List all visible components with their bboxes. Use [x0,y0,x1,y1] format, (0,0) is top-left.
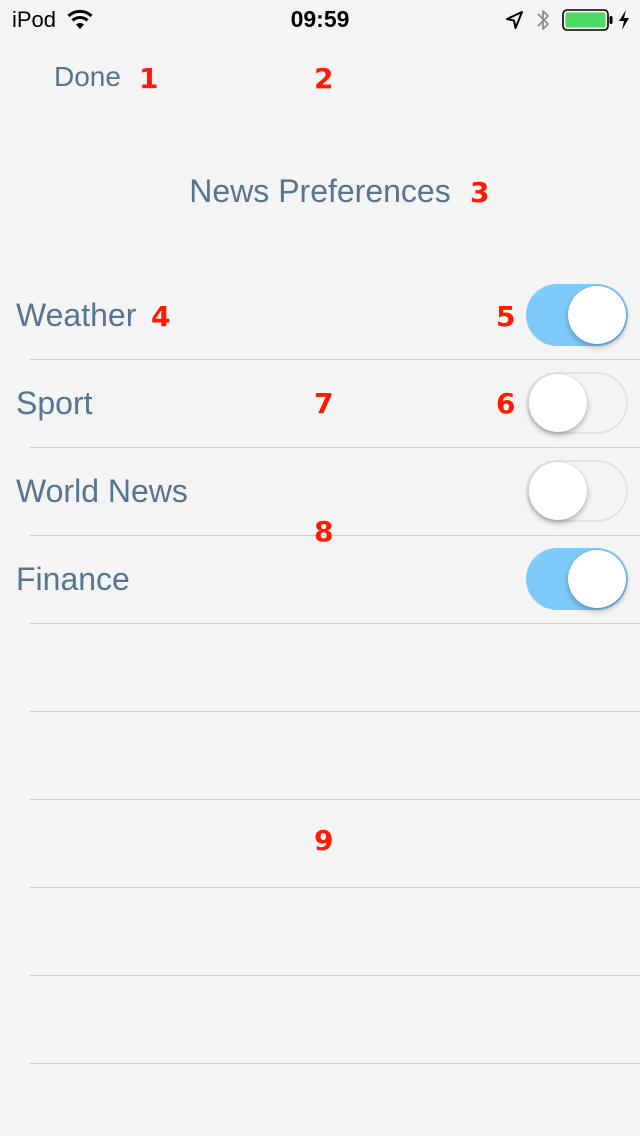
annotation-marker: 4 [151,300,171,333]
location-arrow-icon [506,11,523,29]
status-bar: iPod 09:59 [0,0,640,40]
done-button[interactable]: Done [54,61,121,93]
empty-row [0,888,640,976]
annotation-marker: 7 [314,387,334,420]
preference-label: Weather [16,297,137,333]
preference-label: Finance [16,561,130,597]
preference-label: World News [16,473,188,509]
finance-toggle[interactable] [526,548,628,610]
preference-row-weather: Weather [0,272,640,360]
empty-row [0,712,640,800]
annotation-marker: 1 [139,62,159,95]
preference-label: Sport [16,385,93,421]
annotation-marker: 3 [470,176,490,209]
annotation-marker: 8 [314,515,334,548]
status-right [504,8,630,32]
toggle-knob [529,462,587,520]
empty-row [0,976,640,1064]
page-title: News Preferences [189,173,451,209]
toggle-knob [568,550,626,608]
annotation-marker: 6 [496,387,516,420]
world-news-toggle[interactable] [526,460,628,522]
preference-row-finance: Finance [0,536,640,624]
charging-bolt-icon [619,10,629,30]
battery-icon [562,9,613,31]
annotation-marker: 5 [496,300,516,333]
empty-row [0,624,640,712]
sport-toggle[interactable] [526,372,628,434]
toggle-knob [568,286,626,344]
annotation-marker: 9 [314,824,334,857]
toggle-knob [529,374,587,432]
annotation-marker: 2 [314,62,334,95]
weather-toggle[interactable] [526,284,628,346]
bluetooth-icon [537,10,549,30]
